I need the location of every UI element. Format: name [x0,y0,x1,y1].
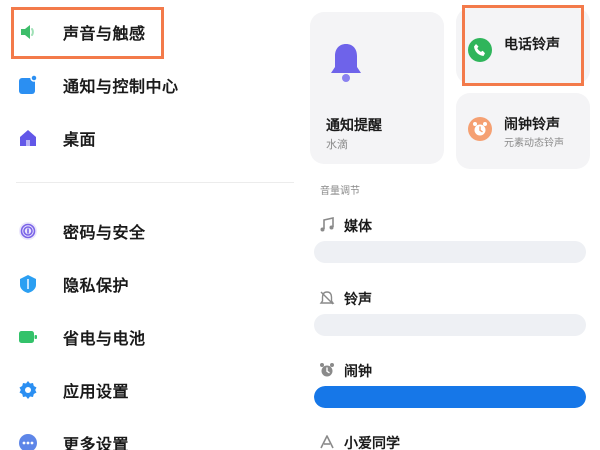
bell-muted-icon [318,289,336,307]
volume-label: 闹钟 [344,364,372,380]
sidebar-item-label: 桌面 [63,130,97,149]
volume-label: 媒体 [344,219,372,235]
volume-section-title: 音量调节 [320,186,360,197]
sidebar-item-label: 省电与电池 [63,329,146,348]
notification-ringtone-card[interactable]: 通知提醒 水滴 [310,12,444,164]
settings-list: 声音与触感 通知与控制中心 桌面 密码与安全 隐私保护 省电与电池 应用设置 更… [0,0,296,450]
volume-label: 小爱同学 [344,436,400,450]
highlight-box [11,7,164,59]
ringer-volume-slider[interactable] [314,314,586,336]
sidebar-item-app-settings[interactable]: 应用设置 [0,367,296,413]
sidebar-item-privacy[interactable]: 隐私保护 [0,261,296,307]
privacy-shield-icon [18,274,38,294]
sidebar-item-label: 通知与控制中心 [63,77,179,96]
bell-icon [330,42,362,88]
xiaoai-icon [318,433,336,450]
card-subtitle: 水滴 [326,138,348,151]
alarm-clock-icon [318,361,336,379]
slider-fill [314,386,586,408]
alarm-ringtone-card[interactable]: 闹钟铃声 元素动态铃声 [456,93,590,169]
battery-icon [18,327,38,347]
notification-icon [18,75,38,95]
alarm-clock-icon [468,117,492,141]
alarm-volume-slider[interactable] [314,386,586,408]
volume-label: 铃声 [344,292,372,308]
sidebar-item-more-settings[interactable]: 更多设置 [0,420,296,450]
sidebar-item-notifications[interactable]: 通知与控制中心 [0,62,296,108]
fingerprint-icon [18,221,38,241]
sidebar-item-battery[interactable]: 省电与电池 [0,314,296,360]
card-title: 闹钟铃声 [504,117,560,133]
more-icon [18,433,38,450]
sidebar-item-label: 应用设置 [63,382,130,401]
sidebar-item-label: 更多设置 [63,435,130,450]
section-divider [16,182,294,183]
sidebar-item-desktop[interactable]: 桌面 [0,115,296,161]
card-subtitle: 元素动态铃声 [504,138,564,149]
home-icon [18,128,38,148]
gear-icon [18,380,38,400]
highlight-box [462,5,584,86]
sidebar-item-label: 密码与安全 [63,223,146,242]
sidebar-item-label: 隐私保护 [63,276,130,295]
sidebar-item-security[interactable]: 密码与安全 [0,208,296,254]
media-volume-slider[interactable] [314,241,586,263]
card-title: 通知提醒 [326,118,382,134]
music-note-icon [318,216,336,234]
